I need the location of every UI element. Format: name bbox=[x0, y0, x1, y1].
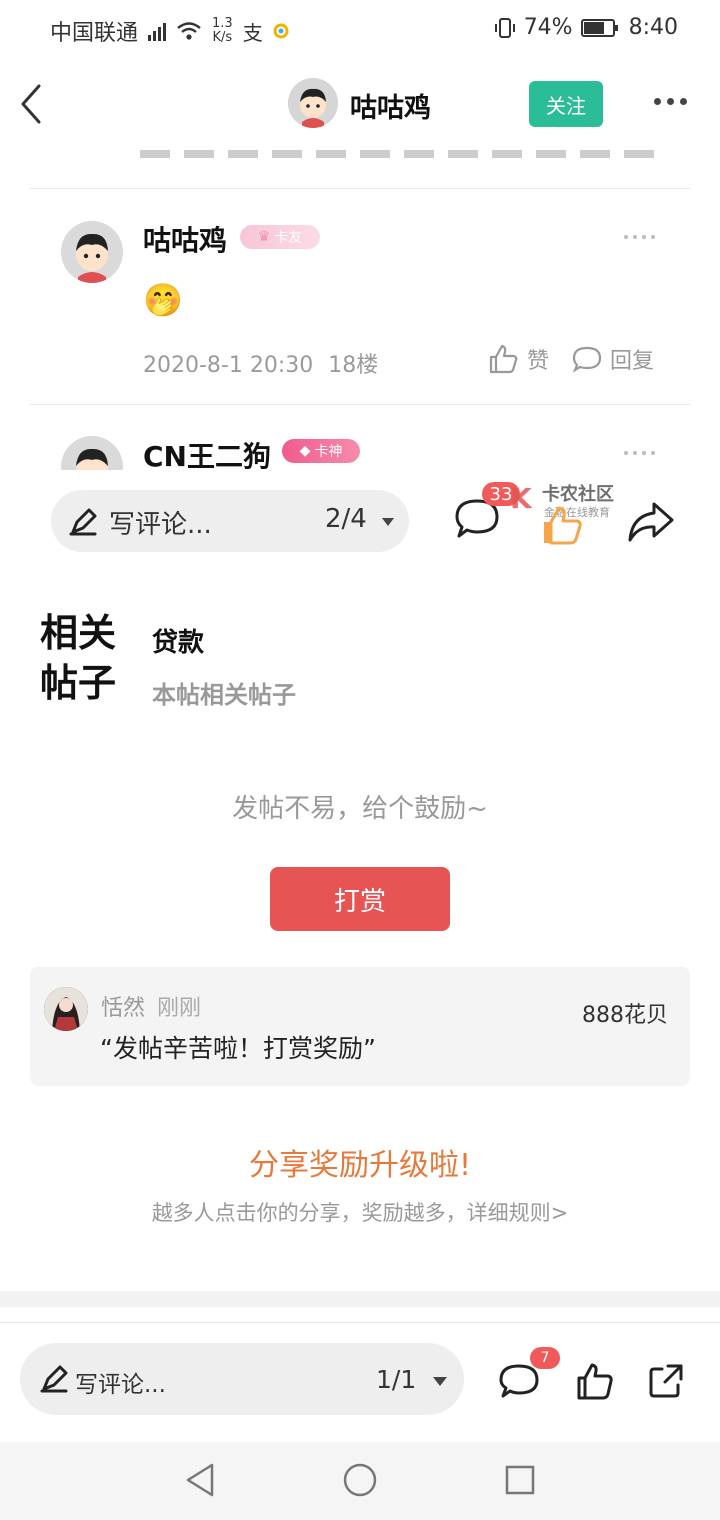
share-icon[interactable] bbox=[648, 1363, 684, 1399]
related-heading-line2: 帖子 bbox=[40, 660, 117, 705]
watermark-logo-icon: K bbox=[510, 482, 532, 515]
comment-meta: 2020-8-1 20:30 18楼 bbox=[143, 347, 378, 379]
wifi-icon bbox=[177, 22, 201, 40]
page-title: 咕咕鸡 bbox=[350, 93, 431, 124]
user-level-badge: ♛ 卡友 bbox=[240, 225, 320, 249]
net-speed-value: 1.3 bbox=[212, 16, 233, 31]
comment-item: 咕咕鸡 ♛ 卡友 🤭 2020-8-1 20:30 18楼 赞 回复 bbox=[0, 189, 720, 404]
net-speed-unit: K/s bbox=[212, 30, 233, 45]
battery-icon bbox=[580, 18, 618, 37]
rewarder-name[interactable]: 恬然 bbox=[101, 990, 145, 1022]
nav-recents-icon[interactable] bbox=[504, 1464, 536, 1496]
rewarder-avatar[interactable] bbox=[44, 987, 88, 1031]
vibrate-icon bbox=[494, 17, 515, 38]
commenter-name[interactable]: 咕咕鸡 bbox=[143, 219, 227, 259]
back-icon[interactable] bbox=[20, 84, 42, 124]
comment-date: 2020-8-1 20:30 bbox=[143, 353, 314, 378]
header: 咕咕鸡 关注 bbox=[0, 58, 720, 150]
pencil-icon bbox=[40, 1365, 68, 1393]
comment-placeholder: 写评论... bbox=[109, 510, 212, 540]
watermark-title: 卡农社区 bbox=[542, 484, 614, 505]
previous-comment-remnant bbox=[140, 150, 660, 160]
caret-down-icon[interactable] bbox=[432, 1376, 448, 1387]
like-icon[interactable] bbox=[540, 504, 584, 546]
comment-more-icon[interactable] bbox=[624, 451, 655, 455]
battery-percent: 74% bbox=[523, 15, 573, 40]
commenter-avatar[interactable] bbox=[61, 221, 123, 283]
status-bar: 中国联通 1.3 K/s 支 74% 8:40 bbox=[0, 0, 720, 58]
reward-record-card: 恬然 刚刚 888花贝 “发帖辛苦啦！打赏奖励” bbox=[30, 967, 690, 1086]
alipay-icon: 支 bbox=[242, 20, 263, 45]
pencil-icon bbox=[69, 508, 97, 536]
page-indicator[interactable]: 1/1 bbox=[376, 1365, 416, 1394]
nav-home-icon[interactable] bbox=[342, 1462, 378, 1498]
like-label: 赞 bbox=[527, 349, 550, 374]
section-separator bbox=[0, 1291, 720, 1307]
page-indicator[interactable]: 2/4 bbox=[325, 504, 367, 534]
comment-input[interactable]: 写评论... 1/1 bbox=[20, 1343, 464, 1415]
reply-label: 回复 bbox=[610, 349, 655, 374]
more-options-icon[interactable] bbox=[654, 98, 687, 105]
commenter-avatar[interactable] bbox=[61, 436, 123, 470]
diamond-icon: ◆ bbox=[299, 443, 311, 459]
thumbs-up-icon[interactable] bbox=[576, 1361, 614, 1401]
comment-placeholder: 写评论... bbox=[75, 1372, 166, 1398]
commenter-name[interactable]: CN王二狗 bbox=[143, 435, 271, 470]
share-icon[interactable] bbox=[626, 500, 676, 544]
comment-toolbar: 写评论... 1/1 7 bbox=[0, 1322, 720, 1443]
comment-content: 🤭 bbox=[143, 281, 183, 319]
reward-amount: 888花贝 bbox=[582, 1003, 668, 1028]
speech-bubble-icon bbox=[572, 346, 602, 373]
follow-button[interactable]: 关注 bbox=[529, 81, 603, 127]
app-icon bbox=[273, 23, 289, 39]
related-tag[interactable]: 贷款 bbox=[152, 622, 204, 659]
reward-prompt: 发帖不易，给个鼓励~ bbox=[232, 794, 488, 824]
comment-floor: 18楼 bbox=[328, 353, 379, 378]
clock: 8:40 bbox=[628, 15, 678, 40]
share-title[interactable]: 分享奖励升级啦! bbox=[0, 1140, 720, 1184]
like-button[interactable]: 赞 bbox=[487, 343, 549, 375]
nav-back-icon[interactable] bbox=[184, 1462, 216, 1498]
related-heading-line1: 相关 bbox=[40, 610, 117, 655]
comment-count-badge: 7 bbox=[530, 1347, 560, 1369]
badge-label: 卡神 bbox=[314, 444, 343, 460]
user-level-badge: ◆ 卡神 bbox=[282, 439, 360, 463]
reward-button[interactable]: 打赏 bbox=[270, 867, 450, 931]
badge-label: 卡友 bbox=[274, 230, 303, 246]
share-subtitle[interactable]: 越多人点击你的分享，奖励越多，详细规则> bbox=[0, 1197, 720, 1227]
thumbs-up-icon bbox=[489, 344, 518, 374]
crown-icon: ♛ bbox=[257, 229, 271, 245]
author-avatar[interactable] bbox=[288, 78, 338, 128]
net-speed: 1.3 K/s bbox=[212, 17, 233, 45]
comment-more-icon[interactable] bbox=[624, 235, 655, 239]
signal-icon bbox=[148, 21, 167, 41]
reply-button[interactable]: 回复 bbox=[572, 343, 654, 375]
reward-message: “发帖辛苦啦！打赏奖励” bbox=[100, 1034, 376, 1063]
related-subtitle[interactable]: 本帖相关帖子 bbox=[152, 675, 296, 710]
comment-item: CN王二狗 ◆ 卡神 bbox=[0, 405, 720, 470]
system-navigation-bar bbox=[0, 1442, 720, 1520]
comment-toolbar-floating: 写评论... 2/4 33 K 卡农社区 金融在线教育 bbox=[0, 470, 720, 560]
comment-icon[interactable] bbox=[498, 1363, 540, 1401]
caret-down-icon[interactable] bbox=[381, 517, 395, 527]
carrier-label: 中国联通 bbox=[50, 21, 139, 46]
comment-input[interactable]: 写评论... 2/4 bbox=[51, 490, 409, 552]
reward-time: 刚刚 bbox=[157, 996, 202, 1021]
battery-fill bbox=[583, 21, 605, 34]
related-heading: 相关 帖子 bbox=[40, 608, 116, 708]
